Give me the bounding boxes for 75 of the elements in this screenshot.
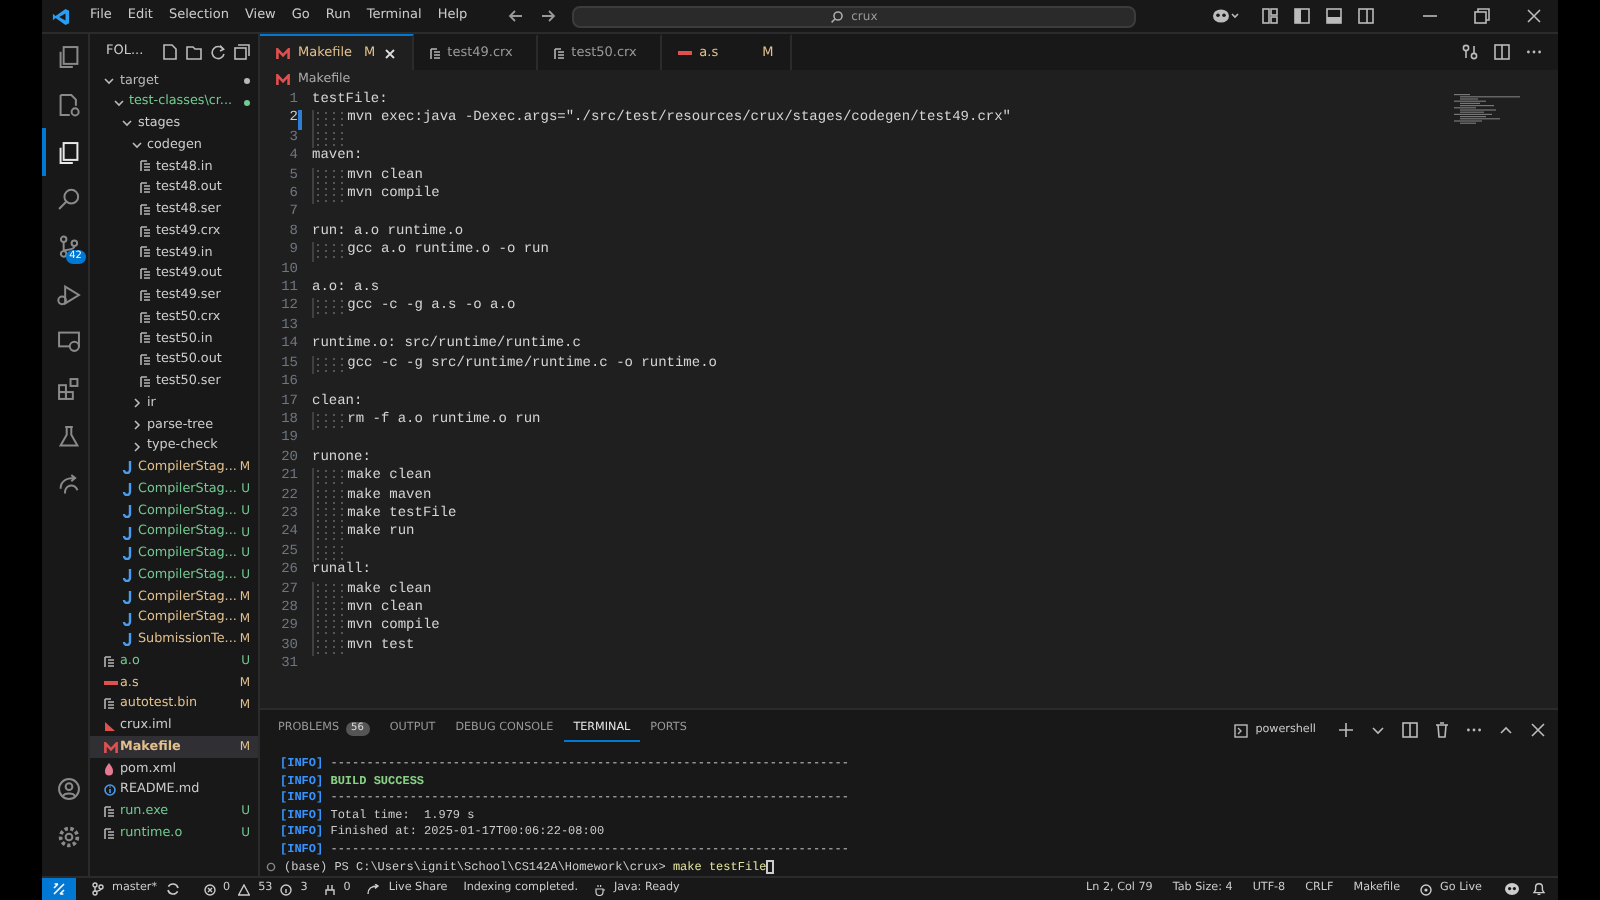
search-icon[interactable] bbox=[55, 186, 81, 213]
file-icon bbox=[140, 311, 150, 324]
file-icon bbox=[140, 332, 150, 345]
terminal-icon bbox=[1233, 723, 1248, 737]
close-icon[interactable] bbox=[1530, 722, 1546, 738]
info-file-icon bbox=[104, 784, 116, 797]
module-file-icon bbox=[104, 719, 116, 732]
file-icon bbox=[140, 246, 150, 259]
layout-icon[interactable] bbox=[1262, 8, 1278, 24]
remote-icon bbox=[52, 882, 66, 896]
live-share-icon[interactable] bbox=[55, 471, 81, 498]
account-icon[interactable] bbox=[55, 775, 81, 802]
run-debug-icon[interactable] bbox=[55, 281, 81, 308]
remote-button[interactable] bbox=[42, 878, 76, 900]
dash-file-icon bbox=[677, 50, 692, 56]
plug-icon bbox=[323, 883, 336, 895]
error-icon bbox=[203, 883, 216, 895]
coffee-cup-icon bbox=[593, 883, 606, 895]
source-control-icon[interactable] bbox=[55, 234, 81, 261]
search-icon bbox=[829, 9, 844, 23]
file-icon bbox=[104, 698, 114, 711]
file-icon bbox=[553, 47, 564, 59]
split-editor-icon[interactable] bbox=[1494, 44, 1510, 60]
close-icon[interactable] bbox=[1526, 8, 1542, 24]
command-status-icon bbox=[266, 862, 276, 873]
caret-icon[interactable] bbox=[1370, 722, 1386, 738]
refresh-icon[interactable] bbox=[210, 44, 226, 60]
file-icon bbox=[140, 289, 150, 302]
terminal-cursor bbox=[766, 860, 775, 875]
file-icon bbox=[140, 375, 150, 388]
new-file-icon[interactable] bbox=[162, 44, 178, 60]
trash-icon[interactable] bbox=[1434, 722, 1450, 738]
warning-icon bbox=[238, 883, 251, 895]
flask-icon[interactable] bbox=[55, 423, 81, 450]
split-terminal-icon[interactable] bbox=[1402, 722, 1418, 738]
file-icon bbox=[140, 268, 150, 281]
extensions-icon[interactable] bbox=[55, 376, 81, 403]
drop-file-icon bbox=[104, 761, 114, 776]
file-icon bbox=[140, 203, 150, 216]
settings-icon[interactable] bbox=[55, 823, 81, 850]
chevron-up-icon[interactable] bbox=[1498, 722, 1514, 738]
file-icon bbox=[104, 827, 114, 840]
back-arrow-icon[interactable] bbox=[507, 8, 524, 24]
compare-changes-icon[interactable] bbox=[1462, 44, 1478, 60]
file-icon bbox=[429, 47, 440, 59]
info-icon bbox=[280, 883, 293, 895]
document-gear-icon[interactable] bbox=[55, 92, 81, 119]
share-arrow-icon bbox=[366, 883, 381, 895]
broadcast-icon bbox=[1420, 883, 1433, 895]
toggle-secondary-sidebar-icon[interactable] bbox=[1358, 8, 1374, 24]
new-folder-icon[interactable] bbox=[186, 44, 202, 60]
collapse-all-icon[interactable] bbox=[234, 44, 250, 60]
explorer-icon[interactable] bbox=[55, 139, 81, 166]
branch-icon bbox=[92, 882, 104, 896]
files-icon[interactable] bbox=[55, 44, 81, 71]
plus-icon[interactable] bbox=[1338, 722, 1354, 738]
file-icon bbox=[140, 354, 150, 367]
toggle-sidebar-icon[interactable] bbox=[1294, 8, 1310, 24]
bell-icon[interactable] bbox=[1532, 882, 1546, 896]
file-icon bbox=[104, 805, 114, 818]
app-logo-icon bbox=[52, 7, 70, 25]
file-icon bbox=[140, 225, 150, 238]
makefile-icon bbox=[104, 741, 118, 754]
makefile-icon bbox=[276, 74, 290, 86]
dash-file-icon bbox=[104, 679, 118, 686]
remote-explorer-icon[interactable] bbox=[55, 328, 81, 355]
file-icon bbox=[104, 655, 114, 668]
makefile-icon bbox=[276, 47, 290, 59]
close-icon[interactable] bbox=[383, 47, 396, 59]
toggle-panel-icon[interactable] bbox=[1326, 8, 1342, 24]
sync-icon[interactable] bbox=[165, 882, 180, 896]
file-icon bbox=[140, 160, 150, 173]
forward-arrow-icon[interactable] bbox=[539, 8, 556, 24]
file-icon bbox=[140, 182, 150, 195]
restore-icon[interactable] bbox=[1474, 8, 1490, 24]
